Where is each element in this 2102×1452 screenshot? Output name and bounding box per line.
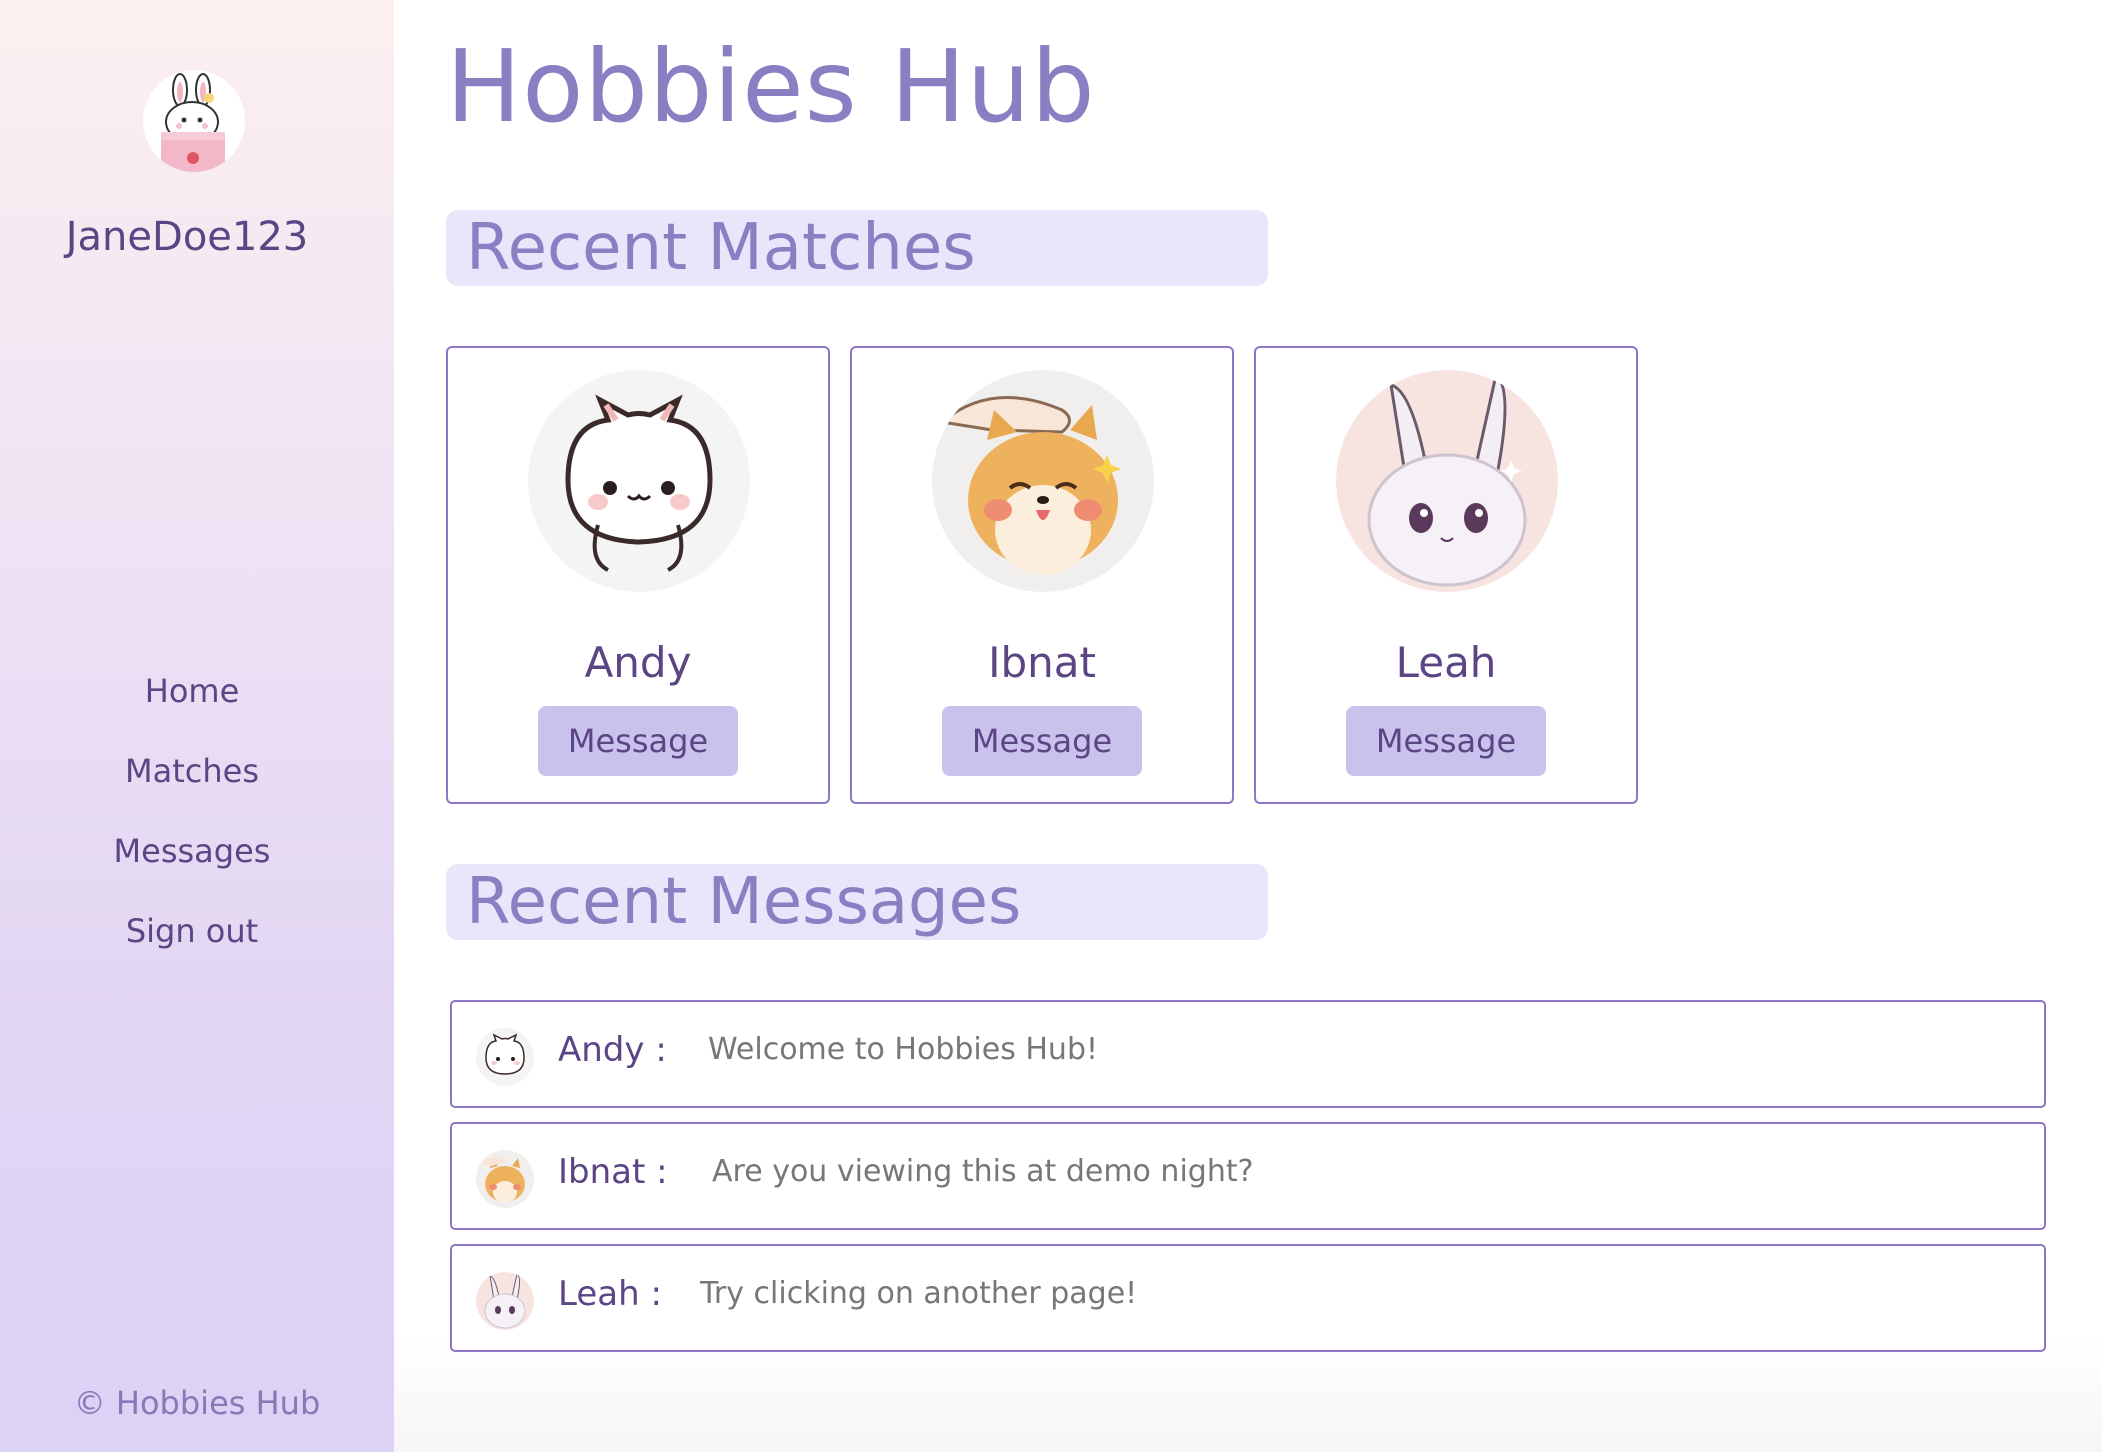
message-sender: Andy :: [558, 1030, 667, 1070]
shiba-dog-avatar-icon: [476, 1150, 534, 1208]
match-name: Ibnat: [988, 638, 1096, 687]
message-button-andy[interactable]: Message: [538, 706, 738, 776]
fluffy-bunny-avatar-icon: [476, 1272, 534, 1330]
match-card-ibnat: Ibnat Message: [850, 346, 1234, 804]
message-row-leah[interactable]: Leah : Try clicking on another page!: [450, 1244, 2046, 1352]
nav-sign-out[interactable]: Sign out: [0, 908, 384, 988]
message-button-ibnat[interactable]: Message: [942, 706, 1142, 776]
shiba-dog-avatar-icon: [932, 370, 1154, 592]
message-sender: Leah :: [558, 1274, 662, 1314]
recent-matches-heading: Recent Matches: [446, 210, 1268, 286]
message-text: Try clicking on another page!: [700, 1276, 1138, 1311]
white-cat-avatar-icon: [528, 370, 750, 592]
username: JaneDoe123: [65, 214, 309, 260]
message-sender: Ibnat :: [558, 1152, 668, 1192]
main-content: Hobbies Hub Recent Matches Andy Message …: [394, 0, 2102, 1452]
nav-messages[interactable]: Messages: [0, 828, 384, 908]
match-name: Leah: [1395, 638, 1497, 687]
message-text: Are you viewing this at demo night?: [712, 1154, 1254, 1189]
sidebar-nav: Home Matches Messages Sign out: [0, 668, 384, 988]
message-row-andy[interactable]: Andy : Welcome to Hobbies Hub!: [450, 1000, 2046, 1108]
nav-home[interactable]: Home: [0, 668, 384, 748]
message-text: Welcome to Hobbies Hub!: [708, 1032, 1099, 1067]
message-button-leah[interactable]: Message: [1346, 706, 1546, 776]
footer-copyright: © Hobbies Hub: [73, 1384, 321, 1422]
match-name: Andy: [584, 638, 692, 687]
fluffy-bunny-avatar-icon: [1336, 370, 1558, 592]
recent-messages-heading: Recent Messages: [446, 864, 1268, 940]
match-card-andy: Andy Message: [446, 346, 830, 804]
nav-matches[interactable]: Matches: [0, 748, 384, 828]
white-cat-avatar-icon: [476, 1028, 534, 1086]
message-row-ibnat[interactable]: Ibnat : Are you viewing this at demo nig…: [450, 1122, 2046, 1230]
match-card-leah: Leah Message: [1254, 346, 1638, 804]
page-title: Hobbies Hub: [446, 28, 1096, 145]
sidebar: JaneDoe123 Home Matches Messages Sign ou…: [0, 0, 394, 1452]
bunny-avatar-icon: [143, 70, 245, 172]
